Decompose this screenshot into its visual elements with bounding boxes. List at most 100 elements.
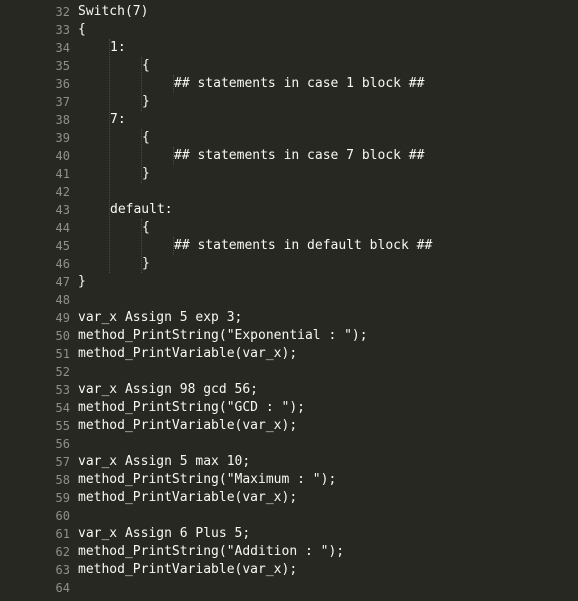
line-number: 46 <box>55 257 70 271</box>
indent-guide <box>141 129 142 183</box>
line-number: 34 <box>55 41 70 55</box>
code-line[interactable]: 61 var_x Assign 6 Plus 5; <box>44 525 578 543</box>
line-number: 47 <box>55 275 70 289</box>
code-line[interactable]: 36 ## statements in case 1 block ## <box>44 75 578 93</box>
code-text: ## statements in case 7 block ## <box>174 148 425 163</box>
code-line[interactable]: 58 method_PrintString("Maximum : "); <box>44 471 578 489</box>
code-text: default: <box>110 202 173 217</box>
code-line[interactable]: 60 <box>44 507 578 525</box>
code-text: var_x Assign 5 max 10; <box>78 454 251 469</box>
code-text: method_PrintVariable(var_x); <box>78 346 298 361</box>
line-number: 41 <box>55 167 70 181</box>
line-number: 53 <box>55 383 70 397</box>
code-text: method_PrintString("Exponential : "); <box>78 328 368 343</box>
line-number: 44 <box>55 221 70 235</box>
line-number-gutter <box>0 0 44 601</box>
line-number: 50 <box>55 329 70 343</box>
line-number: 62 <box>55 545 70 559</box>
code-line[interactable]: 44 { <box>44 219 578 237</box>
code-line[interactable]: 50 method_PrintString("Exponential : "); <box>44 327 578 345</box>
code-text: 1: <box>110 40 126 55</box>
line-number: 64 <box>55 581 70 595</box>
code-line[interactable]: 34 1: <box>44 39 578 57</box>
line-number: 40 <box>55 149 70 163</box>
code-line[interactable]: 57 var_x Assign 5 max 10; <box>44 453 578 471</box>
line-number: 60 <box>55 509 70 523</box>
code-text: method_PrintVariable(var_x); <box>78 490 298 505</box>
code-text: { <box>142 220 150 235</box>
code-text: } <box>142 166 150 181</box>
indent-guide <box>109 39 110 273</box>
line-number: 32 <box>55 5 70 19</box>
line-number: 35 <box>55 59 70 73</box>
code-text: method_PrintString("Maximum : "); <box>78 472 337 487</box>
code-line[interactable]: 40 ## statements in case 7 block ## <box>44 147 578 165</box>
code-text: { <box>78 22 86 37</box>
code-text: method_PrintString("GCD : "); <box>78 400 305 415</box>
code-line[interactable]: 32 Switch(7) <box>44 3 578 21</box>
code-line[interactable]: 43 default: <box>44 201 578 219</box>
indent-guide <box>141 57 142 111</box>
code-line[interactable]: 41} <box>44 165 578 183</box>
indent-guide <box>173 237 174 255</box>
line-number: 45 <box>55 239 70 253</box>
indent-guide <box>173 147 174 165</box>
line-number: 55 <box>55 419 70 433</box>
line-number: 33 <box>55 23 70 37</box>
code-area[interactable]: 32 Switch(7) 33 {34 1: 35 {36 ## statements in … <box>44 0 578 601</box>
code-text: { <box>142 130 150 145</box>
code-line[interactable]: 53 var_x Assign 98 gcd 56; <box>44 381 578 399</box>
indent-guide <box>141 219 142 273</box>
code-line[interactable]: 47} <box>44 273 578 291</box>
code-text: } <box>142 256 150 271</box>
line-number: 36 <box>55 77 70 91</box>
code-line[interactable]: 51 method_PrintVariable(var_x); <box>44 345 578 363</box>
code-line[interactable]: 48 <box>44 291 578 309</box>
line-number: 38 <box>55 113 70 127</box>
code-line[interactable]: 33 { <box>44 21 578 39</box>
line-number: 43 <box>55 203 70 217</box>
code-text: { <box>142 58 150 73</box>
code-text: 7: <box>110 112 126 127</box>
code-text: method_PrintVariable(var_x); <box>78 418 298 433</box>
code-line[interactable]: 38 7: <box>44 111 578 129</box>
line-number: 63 <box>55 563 70 577</box>
line-number: 39 <box>55 131 70 145</box>
code-text: var_x Assign 6 Plus 5; <box>78 526 251 541</box>
code-line[interactable]: 55 method_PrintVariable(var_x); <box>44 417 578 435</box>
code-text: } <box>142 94 150 109</box>
code-line[interactable]: 62 method_PrintString("Addition : "); <box>44 543 578 561</box>
code-text: var_x Assign 5 exp 3; <box>78 310 243 325</box>
line-number: 57 <box>55 455 70 469</box>
code-line[interactable]: 59 method_PrintVariable(var_x); <box>44 489 578 507</box>
code-editor[interactable]: 32 Switch(7) 33 {34 1: 35 {36 ## statements in … <box>0 0 578 601</box>
line-number: 56 <box>55 437 70 451</box>
line-number: 54 <box>55 401 70 415</box>
code-line[interactable]: 56 <box>44 435 578 453</box>
line-number: 42 <box>55 185 70 199</box>
code-line[interactable]: 54 method_PrintString("GCD : "); <box>44 399 578 417</box>
code-line[interactable]: 42 <box>44 183 578 201</box>
code-text: Switch(7) <box>78 4 149 19</box>
code-line[interactable]: 64 <box>44 579 578 597</box>
line-number: 61 <box>55 527 70 541</box>
line-number: 58 <box>55 473 70 487</box>
code-line[interactable]: 63 method_PrintVariable(var_x); <box>44 561 578 579</box>
indent-guide <box>173 75 174 93</box>
line-number: 59 <box>55 491 70 505</box>
code-line[interactable]: 37} <box>44 93 578 111</box>
code-line[interactable]: 46} <box>44 255 578 273</box>
code-text: ## statements in default block ## <box>174 238 433 253</box>
code-text: var_x Assign 98 gcd 56; <box>78 382 259 397</box>
line-number: 52 <box>55 365 70 379</box>
code-line[interactable]: 52 <box>44 363 578 381</box>
code-line[interactable]: 49 var_x Assign 5 exp 3; <box>44 309 578 327</box>
code-text: } <box>78 274 86 289</box>
code-text: method_PrintString("Addition : "); <box>78 544 345 559</box>
line-number: 37 <box>55 95 70 109</box>
code-line[interactable]: 45 ## statements in default block ## <box>44 237 578 255</box>
code-text: ## statements in case 1 block ## <box>174 76 425 91</box>
code-line[interactable]: 39 { <box>44 129 578 147</box>
code-line[interactable]: 35 { <box>44 57 578 75</box>
line-number: 51 <box>55 347 70 361</box>
